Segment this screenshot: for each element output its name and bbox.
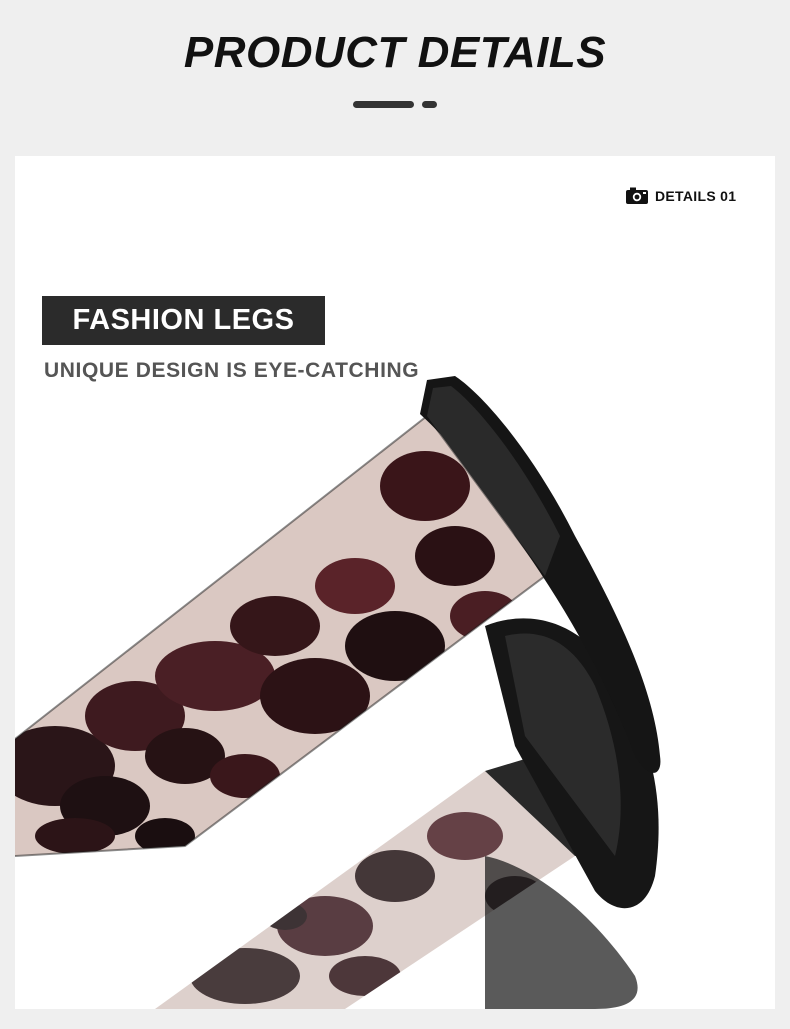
detail-tag: DETAILS 01 (625, 186, 736, 206)
product-photo (15, 376, 661, 1009)
page-title: PRODUCT DETAILS (183, 28, 607, 77)
feature-label-box: FASHION LEGS (42, 296, 325, 345)
detail-tag-label: DETAILS 01 (655, 188, 737, 204)
camera-icon (625, 187, 649, 205)
title-underline-long (353, 101, 414, 108)
title-underline-short (422, 101, 437, 108)
feature-label: FASHION LEGS (72, 304, 295, 336)
page-header: PRODUCT DETAILS (0, 0, 790, 156)
detail-card: DETAILS 01 FASHION LEGS UNIQUE DESIGN IS… (15, 156, 775, 1009)
feature-subtitle: UNIQUE DESIGN IS EYE-CATCHING (44, 359, 420, 382)
